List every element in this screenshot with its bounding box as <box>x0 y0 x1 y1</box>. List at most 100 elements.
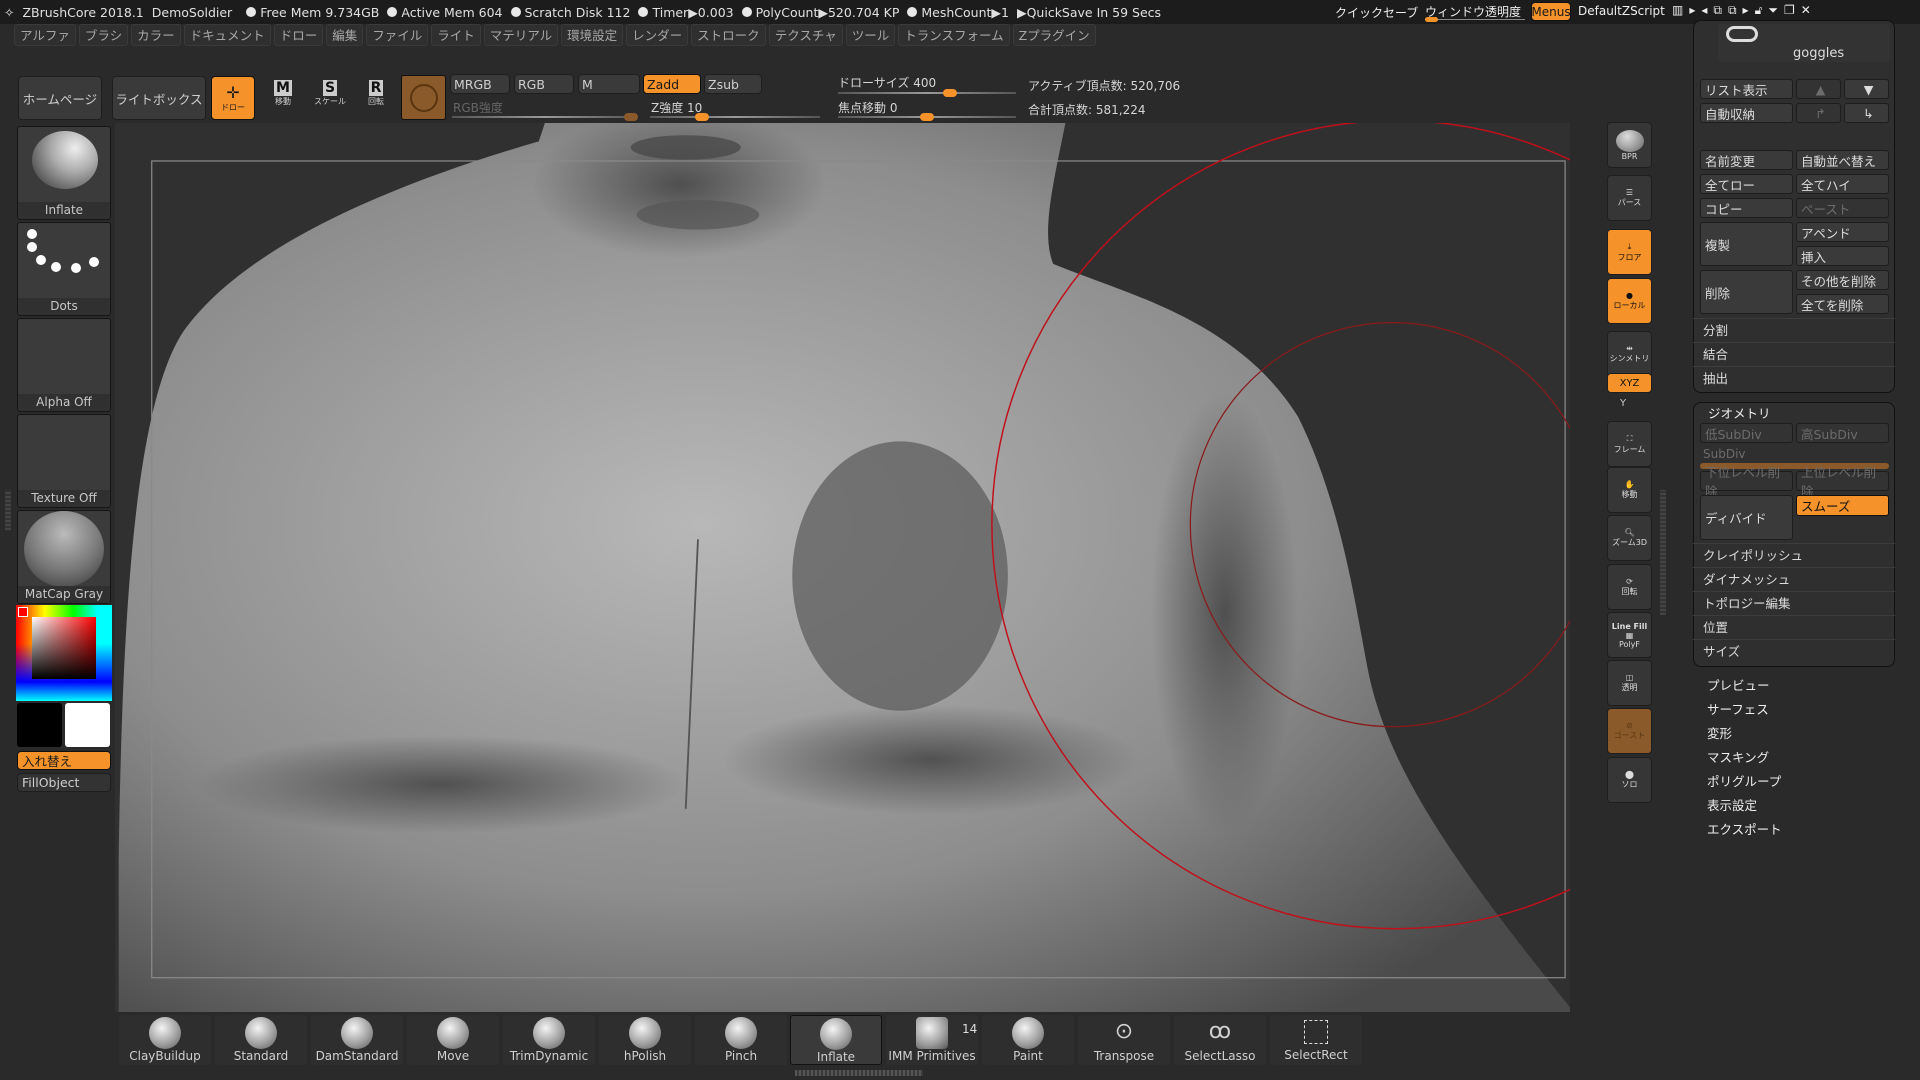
preview-palette[interactable]: プレビュー <box>1707 675 1770 694</box>
menu-texture[interactable]: テクスチャ <box>768 24 843 46</box>
delete-lower-button[interactable]: 下位レベル削除 <box>1700 465 1793 499</box>
delete-other-button[interactable]: その他を削除 <box>1796 270 1889 290</box>
z-intensity-slider[interactable] <box>650 113 820 121</box>
saturation-value-square[interactable] <box>32 617 96 679</box>
left-shelf-scrollbar[interactable] <box>5 490 11 530</box>
rename-button[interactable]: 名前変更 <box>1700 150 1793 170</box>
draw-size-slider[interactable] <box>838 89 1016 97</box>
export-palette[interactable]: エクスポート <box>1707 819 1782 838</box>
polyframe-button[interactable]: Line Fill ▦ PolyF <box>1607 612 1652 658</box>
brush-standard[interactable]: Standard <box>215 1015 307 1065</box>
size-subpalette[interactable]: サイズ <box>1693 639 1895 663</box>
rgb-intensity-slider[interactable] <box>452 113 638 121</box>
zoom3d-button[interactable]: 🔍︎ ズーム3D <box>1607 515 1652 561</box>
split-subpalette[interactable]: 分割 <box>1693 318 1895 342</box>
close-icon[interactable]: ✕ <box>1801 3 1817 17</box>
secondary-color-black[interactable] <box>17 703 62 747</box>
divide-button[interactable]: ディバイド <box>1700 495 1793 540</box>
brush-move[interactable]: Move <box>407 1015 499 1065</box>
paste-button[interactable]: ペースト <box>1796 198 1889 218</box>
bottom-shelf-scrollbar[interactable] <box>795 1070 923 1076</box>
zadd-button[interactable]: Zadd <box>643 74 701 94</box>
brush-transpose[interactable]: ⊙ Transpose <box>1078 1015 1170 1065</box>
dynamesh-subpalette[interactable]: ダイナメッシュ <box>1693 567 1895 591</box>
auto-collapse-button[interactable]: 自動収納 <box>1700 103 1793 123</box>
layout-prev-icon[interactable]: ◂⧉ <box>1701 3 1728 17</box>
default-zscript-button[interactable]: DefaultZScript <box>1578 4 1665 18</box>
menu-document[interactable]: ドキュメント <box>183 24 271 46</box>
color-picker[interactable] <box>16 605 112 701</box>
symmetry-button[interactable]: ⇹ シンメトリ <box>1607 331 1652 377</box>
main-color-swatch[interactable] <box>18 607 28 617</box>
zsub-button[interactable]: Zsub <box>704 74 762 94</box>
menu-tool[interactable]: ツール <box>845 24 896 46</box>
minimize-icon[interactable]: ⏷ <box>1768 3 1784 17</box>
delete-higher-button[interactable]: 上位レベル削除 <box>1796 465 1889 499</box>
move-up-button[interactable]: ▲ <box>1796 79 1841 99</box>
transparency-button[interactable]: ◫ 透明 <box>1607 660 1652 706</box>
edit-topology-subpalette[interactable]: トポロジー編集 <box>1693 591 1895 615</box>
brush-selectlasso[interactable]: ꝏ SelectLasso <box>1174 1015 1266 1065</box>
menus-button[interactable]: Menus <box>1531 2 1571 21</box>
menu-color[interactable]: カラー <box>131 24 181 46</box>
delete-all-button[interactable]: 全てを削除 <box>1796 294 1889 314</box>
material-selector[interactable]: MatCap Gray <box>17 510 111 604</box>
smooth-toggle[interactable]: スムーズ <box>1796 495 1889 516</box>
subtool-item-goggles[interactable]: goggles <box>1718 24 1890 62</box>
brush-selectrect[interactable]: SelectRect <box>1270 1015 1362 1065</box>
swap-colors-button[interactable]: 入れ替え <box>17 751 111 770</box>
brush-pinch[interactable]: Pinch <box>695 1015 787 1065</box>
brush-hpolish[interactable]: hPolish <box>599 1015 691 1065</box>
claypolish-subpalette[interactable]: クレイポリッシュ <box>1693 543 1895 567</box>
lock-icon[interactable]: 🔓︎ <box>1755 3 1769 17</box>
draw-button[interactable]: ✛ ドロー <box>211 76 255 120</box>
bpr-button[interactable]: BPR <box>1607 122 1652 168</box>
display-properties-palette[interactable]: 表示設定 <box>1707 795 1757 814</box>
turn-right-button[interactable]: ↱ <box>1796 103 1841 123</box>
menu-brush[interactable]: ブラシ <box>78 24 129 46</box>
menu-transform[interactable]: トランスフォーム <box>898 24 1010 46</box>
stroke-selector[interactable]: Dots <box>17 222 111 316</box>
menu-light[interactable]: ライト <box>431 24 481 46</box>
move-button[interactable]: M 移動 <box>265 80 301 118</box>
position-subpalette[interactable]: 位置 <box>1693 615 1895 639</box>
window-transparency-slider[interactable]: ウィンドウ透明度 <box>1425 3 1521 20</box>
brush-claybuildup[interactable]: ClayBuildup <box>119 1015 211 1065</box>
right-shelf-scrollbar[interactable] <box>1660 490 1666 615</box>
rotate-y-button[interactable]: Y <box>1620 398 1626 409</box>
fill-object-button[interactable]: FillObject <box>17 773 111 792</box>
mrgb-button[interactable]: MRGB <box>450 74 510 94</box>
turn-down-right-button[interactable]: ↳ <box>1844 103 1889 123</box>
rotate-button[interactable]: R 回転 <box>358 80 394 118</box>
menu-file[interactable]: ファイル <box>366 24 429 46</box>
higher-subdiv-button[interactable]: 高SubDiv <box>1796 423 1889 443</box>
perspective-button[interactable]: ☰ パース <box>1607 175 1652 221</box>
lightbox-button[interactable]: ライトボックス <box>112 76 206 120</box>
move-down-button[interactable]: ▼ <box>1844 79 1889 99</box>
menu-zplugin[interactable]: Zプラグイン <box>1012 24 1096 46</box>
menu-preferences[interactable]: 環境設定 <box>561 24 624 46</box>
homepage-button[interactable]: ホームページ <box>18 76 102 120</box>
duplicate-button[interactable]: 複製 <box>1700 222 1793 266</box>
extract-subpalette[interactable]: 抽出 <box>1693 366 1895 390</box>
masking-palette[interactable]: マスキング <box>1707 747 1769 766</box>
surface-palette[interactable]: サーフェス <box>1707 699 1769 718</box>
alpha-selector[interactable]: Alpha Off <box>17 318 111 412</box>
layout-icon[interactable]: ▥▸ <box>1672 3 1701 17</box>
menu-render[interactable]: レンダー <box>626 24 689 46</box>
local-button[interactable]: ● ローカル <box>1607 278 1652 324</box>
ghost-button[interactable]: ⊘ ゴースト <box>1607 708 1652 754</box>
texture-selector[interactable]: Texture Off <box>17 414 111 508</box>
insert-button[interactable]: 挿入 <box>1796 246 1889 266</box>
merge-subpalette[interactable]: 結合 <box>1693 342 1895 366</box>
menu-draw[interactable]: ドロー <box>273 24 324 46</box>
menu-material[interactable]: マテリアル <box>483 24 559 46</box>
brush-selector[interactable]: Inflate <box>17 126 111 220</box>
layout-next-icon[interactable]: ⧉▸ <box>1728 3 1755 17</box>
menu-edit[interactable]: 編集 <box>326 24 364 46</box>
all-high-button[interactable]: 全てハイ <box>1796 174 1889 194</box>
sculpt-model[interactable] <box>115 123 1570 1012</box>
rgb-button[interactable]: RGB <box>514 74 574 94</box>
polygroups-palette[interactable]: ポリグループ <box>1707 771 1781 790</box>
menu-stroke[interactable]: ストローク <box>691 24 766 46</box>
